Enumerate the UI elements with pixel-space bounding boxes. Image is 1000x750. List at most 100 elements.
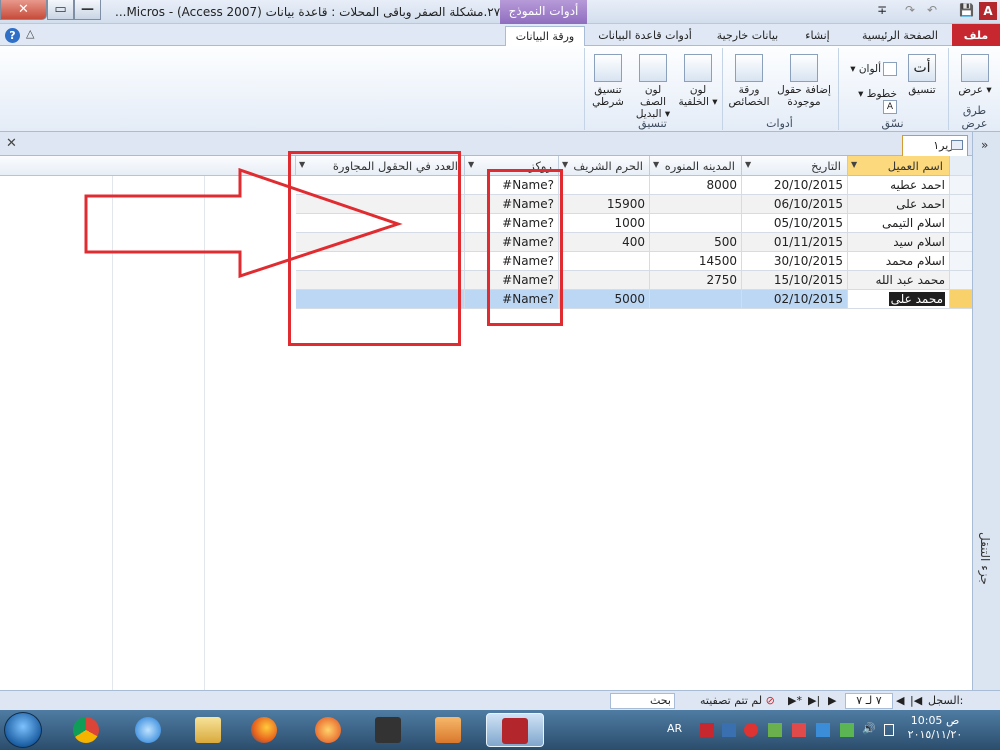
view-button[interactable]: عرض ▾	[955, 54, 995, 96]
cell-customer-name[interactable]: احمد عطيه	[848, 176, 950, 195]
cell-madina[interactable]: 2750	[650, 271, 742, 290]
column-dropdown-icon[interactable]: ▼	[851, 160, 857, 169]
record-selector[interactable]	[950, 176, 972, 195]
filter-status[interactable]: ⊘ لم تتم تصفيته	[700, 694, 775, 707]
cell-haram[interactable]	[559, 252, 650, 271]
cell-haram[interactable]	[559, 176, 650, 195]
antivirus-tray-icon[interactable]	[744, 723, 758, 737]
tab-database-tools[interactable]: أدوات قاعدة البيانات	[590, 26, 700, 46]
cell-date[interactable]: 01/11/2015	[742, 233, 848, 252]
navigation-pane[interactable]: » جزء التنقل	[972, 132, 1000, 690]
undo-icon[interactable]: ↶	[927, 3, 937, 17]
qat-dropdown-icon[interactable]: ∓	[877, 3, 887, 17]
themes-button[interactable]: أت تنسيق	[901, 54, 943, 96]
tray-icon-3[interactable]	[792, 723, 806, 737]
cell-customer-name[interactable]: احمد على	[848, 195, 950, 214]
tab-datasheet[interactable]: ورقة البيانات	[505, 26, 585, 47]
document-tab[interactable]: تقرير١	[902, 135, 968, 156]
media-taskbar-button[interactable]	[306, 713, 350, 747]
cell-madina[interactable]: 14500	[650, 252, 742, 271]
cell-madina[interactable]: 500	[650, 233, 742, 252]
cell-madina[interactable]	[650, 290, 742, 309]
start-button[interactable]	[4, 712, 42, 748]
chrome-taskbar-button[interactable]	[64, 713, 108, 747]
table-row[interactable]: محمد على 02/10/2015 5000 #Name?	[0, 290, 972, 309]
cell-haram[interactable]: 15900	[559, 195, 650, 214]
property-sheet-button[interactable]: ورقة الخصائص	[727, 54, 771, 108]
record-selector[interactable]	[950, 214, 972, 233]
explorer-taskbar-button[interactable]	[186, 713, 230, 747]
record-selector[interactable]	[950, 271, 972, 290]
column-dropdown-icon[interactable]: ▼	[562, 160, 568, 169]
record-selector[interactable]	[950, 233, 972, 252]
window-minimize-button[interactable]: —	[74, 0, 101, 20]
help-icon[interactable]: ?	[5, 28, 20, 43]
cell-date[interactable]: 30/10/2015	[742, 252, 848, 271]
cell-madina[interactable]	[650, 214, 742, 233]
access-app-icon[interactable]: A	[979, 2, 997, 20]
cell-date[interactable]: 05/10/2015	[742, 214, 848, 233]
last-record-button[interactable]: ▶|	[808, 694, 820, 707]
pdf-tray-icon[interactable]	[700, 723, 714, 737]
select-all-corner[interactable]	[950, 156, 972, 176]
cell-customer-name[interactable]: اسلام التيمى	[848, 214, 950, 233]
record-selector[interactable]	[950, 252, 972, 271]
cell-customer-name[interactable]: اسلام محمد	[848, 252, 950, 271]
current-record-field[interactable]: ٧ لـ ٧	[845, 693, 893, 709]
alt-row-color-button[interactable]: لون الصف البديل ▾	[631, 54, 675, 120]
tab-file[interactable]: ملف	[952, 24, 1000, 46]
column-header-col-date[interactable]: التاريخ ▼	[742, 156, 848, 176]
tray-icon-2[interactable]	[768, 723, 782, 737]
action-center-icon[interactable]	[884, 724, 894, 736]
tray-icon-1[interactable]	[722, 723, 736, 737]
save-icon[interactable]: 💾	[959, 3, 974, 17]
tray-icon-4[interactable]	[816, 723, 830, 737]
cell-haram[interactable]: 1000	[559, 214, 650, 233]
window-maximize-button[interactable]: ▭	[47, 0, 74, 20]
cell-haram[interactable]	[559, 271, 650, 290]
volume-icon[interactable]: 🔊	[862, 722, 876, 735]
column-header-col-haram[interactable]: الحرم الشريف ▼	[559, 156, 650, 176]
cell-customer-name[interactable]: محمد على	[848, 290, 950, 309]
clock[interactable]: 10:05 ص ٢٠١٥/١١/٢٠	[900, 714, 970, 742]
column-header-col-madina[interactable]: المدينه المنوره ▼	[650, 156, 742, 176]
conditional-format-button[interactable]: تنسيق شرطي	[587, 54, 629, 108]
cell-customer-name[interactable]: محمد عبد الله	[848, 271, 950, 290]
column-dropdown-icon[interactable]: ▼	[468, 160, 474, 169]
cell-date[interactable]: 06/10/2015	[742, 195, 848, 214]
tab-create[interactable]: إنشاء	[790, 26, 845, 46]
column-header-col-customer-name[interactable]: اسم العميل ▼	[848, 156, 950, 176]
language-indicator[interactable]: AR	[667, 722, 682, 735]
firefox-taskbar-button[interactable]	[242, 713, 286, 747]
redo-icon[interactable]: ↷	[905, 3, 915, 17]
column-dropdown-icon[interactable]: ▼	[745, 160, 751, 169]
record-selector[interactable]	[950, 195, 972, 214]
media-classic-taskbar-button[interactable]	[366, 713, 410, 747]
cell-madina[interactable]	[650, 195, 742, 214]
cell-customer-name[interactable]: اسلام سيد	[848, 233, 950, 252]
column-dropdown-icon[interactable]: ▼	[653, 160, 659, 169]
collapse-ribbon-icon[interactable]: △	[26, 27, 34, 40]
nav-pane-toggle-icon[interactable]: »	[981, 138, 988, 152]
cell-haram[interactable]: 5000	[559, 290, 650, 309]
window-close-button[interactable]: ✕	[0, 0, 47, 20]
access-taskbar-button[interactable]	[486, 713, 544, 747]
cell-madina[interactable]: 8000	[650, 176, 742, 195]
previous-record-button[interactable]: ◀	[896, 694, 904, 707]
tab-external-data[interactable]: بيانات خارجية	[705, 26, 790, 46]
cell-haram[interactable]: 400	[559, 233, 650, 252]
cell-date[interactable]: 15/10/2015	[742, 271, 848, 290]
fonts-button[interactable]: ▾ خطوطA	[845, 88, 897, 114]
ie-taskbar-button[interactable]	[126, 713, 170, 747]
back-color-button[interactable]: لون الخلفية ▾	[677, 54, 719, 108]
tab-home[interactable]: الصفحة الرئيسية	[850, 26, 950, 46]
add-existing-fields-button[interactable]: إضافة حقول موجودة	[773, 54, 835, 108]
new-record-button[interactable]: ▶*	[788, 694, 802, 707]
next-record-button[interactable]: ▶	[828, 694, 836, 707]
cell-date[interactable]: 02/10/2015	[742, 290, 848, 309]
colors-button[interactable]: ▾ ألوان	[845, 62, 897, 76]
record-selector[interactable]	[950, 290, 972, 309]
video-taskbar-button[interactable]	[426, 713, 470, 747]
close-document-icon[interactable]: ✕	[6, 136, 17, 151]
first-record-button[interactable]: |◀	[910, 694, 922, 707]
